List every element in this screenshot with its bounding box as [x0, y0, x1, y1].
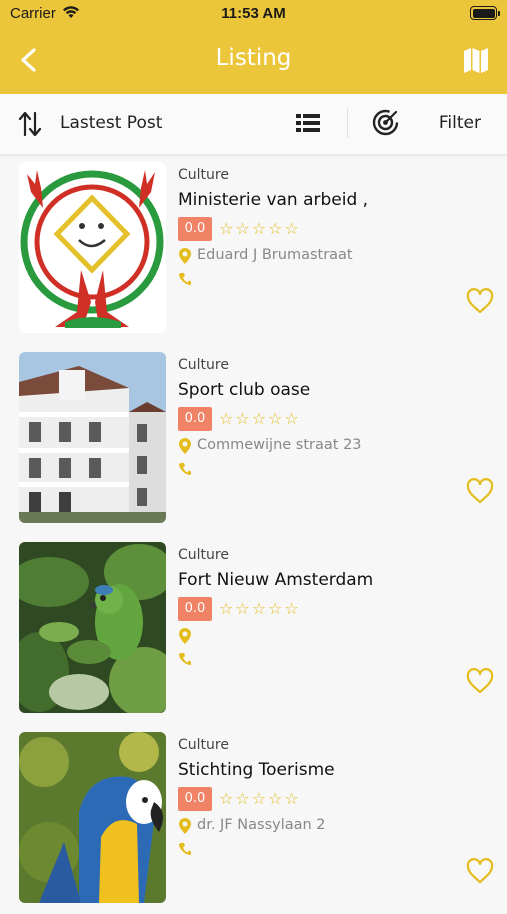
listing-thumbnail: [19, 542, 166, 713]
list-item[interactable]: Culture Stichting Toerisme 0.0 ☆☆☆☆☆ dr.…: [0, 724, 507, 914]
rating-badge: 0.0: [178, 787, 212, 811]
location-pin-icon: [179, 438, 191, 454]
phone-icon[interactable]: [179, 652, 191, 666]
sort-button[interactable]: Lastest Post: [60, 113, 162, 133]
heart-icon[interactable]: [466, 668, 494, 694]
listing-thumbnail: [19, 352, 166, 523]
toolbar-divider: [347, 108, 348, 138]
listing-category: Culture: [178, 737, 229, 753]
map-icon[interactable]: [463, 46, 489, 74]
listing-name: Fort Nieuw Amsterdam: [178, 570, 374, 590]
listing-address: Eduard J Brumastraat: [197, 247, 353, 263]
star-rating: ☆☆☆☆☆: [219, 789, 301, 808]
rating-badge: 0.0: [178, 407, 212, 431]
listing-category: Culture: [178, 357, 229, 373]
listing-address: Commewijne straat 23: [197, 437, 362, 453]
phone-icon[interactable]: [179, 462, 191, 476]
page-title: Listing: [215, 45, 292, 71]
battery-icon: [470, 6, 500, 20]
filter-button[interactable]: Filter: [439, 113, 481, 133]
listing-name: Sport club oase: [178, 380, 311, 400]
sort-filter-toolbar: Lastest Post Filter: [0, 94, 507, 154]
heart-icon[interactable]: [466, 858, 494, 884]
status-bar: Carrier 11:53 AM: [0, 0, 507, 28]
list-item[interactable]: Culture Fort Nieuw Amsterdam 0.0 ☆☆☆☆☆: [0, 534, 507, 724]
star-rating: ☆☆☆☆☆: [219, 219, 301, 238]
radar-icon[interactable]: [372, 109, 399, 136]
heart-icon[interactable]: [466, 478, 494, 504]
rating-badge: 0.0: [178, 597, 212, 621]
listing-thumbnail: [19, 162, 166, 333]
heart-icon[interactable]: [466, 288, 494, 314]
listing-name: Stichting Toerisme: [178, 760, 335, 780]
listing-category: Culture: [178, 167, 229, 183]
star-rating: ☆☆☆☆☆: [219, 409, 301, 428]
list-item[interactable]: Culture Sport club oase 0.0 ☆☆☆☆☆ Commew…: [0, 344, 507, 534]
list-view-icon[interactable]: [296, 113, 320, 133]
listing-thumbnail: [19, 732, 166, 903]
location-pin-icon: [179, 818, 191, 834]
rating-badge: 0.0: [178, 217, 212, 241]
phone-icon[interactable]: [179, 842, 191, 856]
listing-category: Culture: [178, 547, 229, 563]
listing-name: Ministerie van arbeid ,: [178, 190, 369, 210]
nav-bar: Listing: [0, 28, 507, 94]
location-pin-icon: [179, 628, 191, 644]
location-pin-icon: [179, 248, 191, 264]
sort-icon[interactable]: [18, 111, 42, 137]
star-rating: ☆☆☆☆☆: [219, 599, 301, 618]
listing-address: dr. JF Nassylaan 2: [197, 817, 326, 833]
list-item[interactable]: Culture Ministerie van arbeid , 0.0 ☆☆☆☆…: [0, 154, 507, 344]
status-time: 11:53 AM: [221, 5, 286, 22]
phone-icon[interactable]: [179, 272, 191, 286]
